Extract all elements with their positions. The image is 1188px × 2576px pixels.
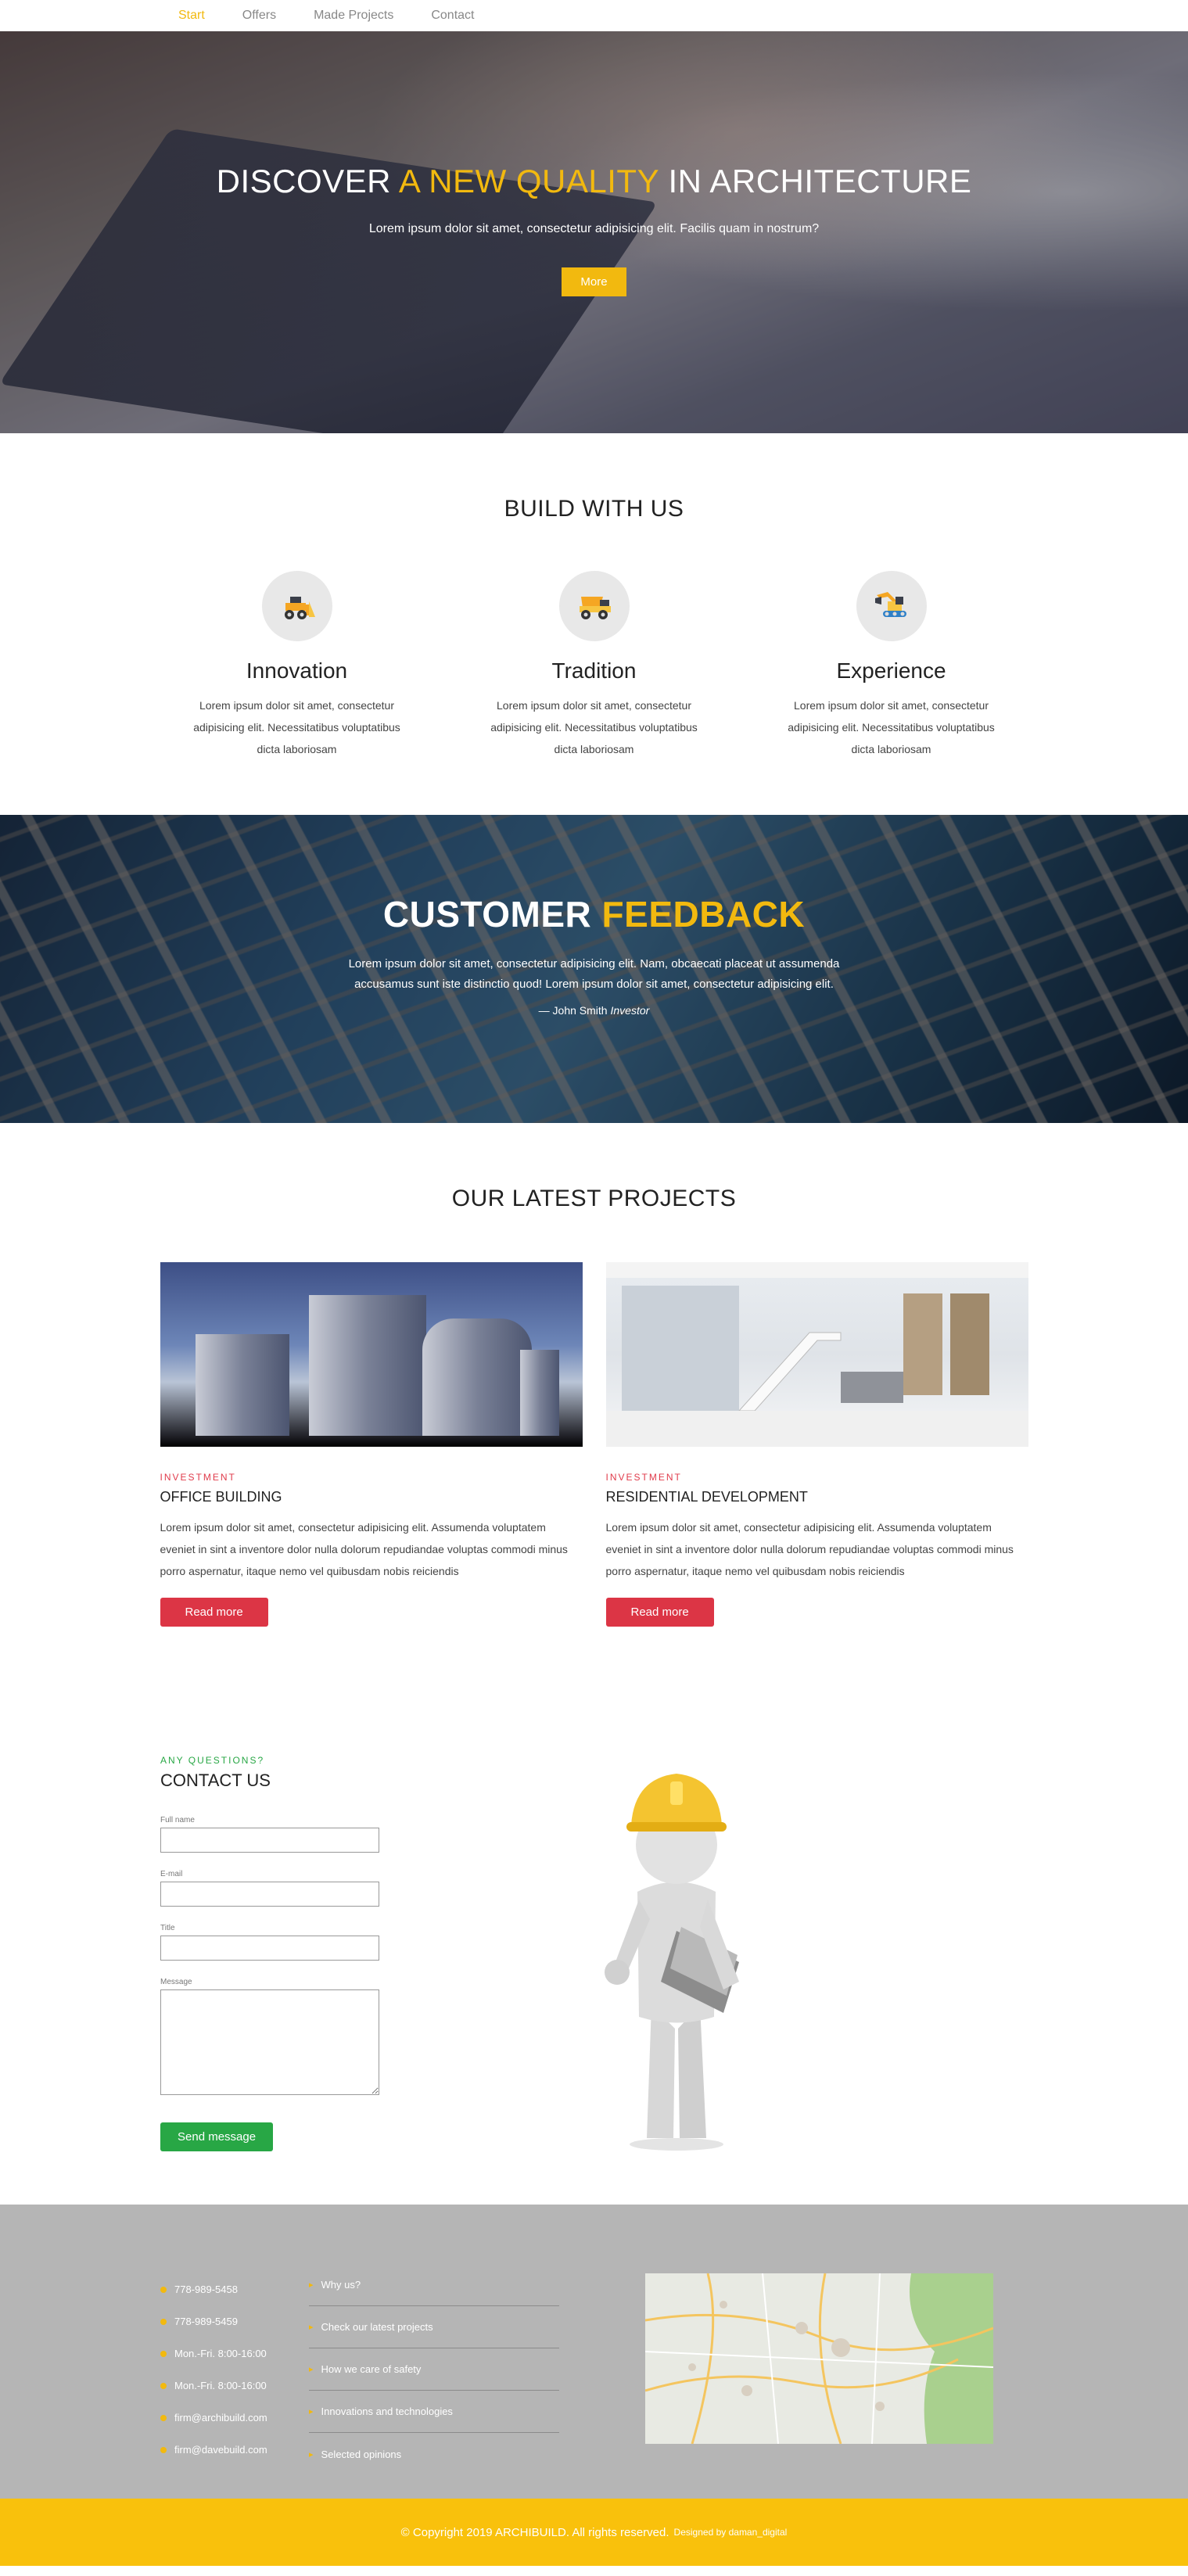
project-title: RESIDENTIAL DEVELOPMENT: [605, 1489, 808, 1505]
copyright-bar: © Copyright 2019 ARCHIBUILD. All rights …: [0, 2499, 1188, 2566]
feature-text: Lorem ipsum dolor sit amet, consectetur …: [193, 699, 400, 755]
footer-link[interactable]: ▸ Innovations and technologies: [309, 2391, 559, 2433]
contact-form: ANY QUESTIONS? CONTACT US Full name E-ma…: [160, 1755, 395, 2158]
project-card: INVESTMENT RESIDENTIAL DEVELOPMENT Lorem…: [605, 1262, 1028, 1627]
footer-contact-item: Mon.-Fri. 8:00-16:00: [160, 2337, 309, 2370]
footer: 778-989-5458 778-989-5459 Mon.-Fri. 8:00…: [0, 2205, 1188, 2499]
project-text: Lorem ipsum dolor sit amet, consectetur …: [160, 1521, 568, 1577]
chevron-right-icon: ▸: [309, 2365, 314, 2374]
read-more-button[interactable]: Read more: [605, 1598, 714, 1627]
message-textarea[interactable]: [160, 1989, 379, 2095]
dump-truck-icon: [579, 597, 611, 619]
full-name-input[interactable]: [160, 1828, 379, 1853]
chevron-right-icon: ▸: [309, 2449, 314, 2459]
projects-section: OUR LATEST PROJECTS INVESTMENT OFFICE BU…: [0, 1123, 1188, 1627]
build-title: BUILD WITH US: [504, 496, 684, 522]
footer-contact-item: 778-989-5458: [160, 2273, 309, 2305]
email-input[interactable]: [160, 1882, 379, 1907]
footer-link[interactable]: ▸ How we care of safety: [309, 2348, 559, 2391]
location-map[interactable]: [645, 2273, 993, 2444]
chevron-right-icon: ▸: [309, 2323, 314, 2332]
feature-text: Lorem ipsum dolor sit amet, consectetur …: [490, 699, 698, 755]
feature-title: Innovation: [246, 658, 348, 683]
office-building-image: [160, 1262, 583, 1447]
project-tag: INVESTMENT: [160, 1472, 236, 1483]
project-tag: INVESTMENT: [605, 1472, 682, 1483]
message-label: Message: [160, 1978, 192, 1986]
chevron-right-icon: ▸: [309, 2407, 314, 2416]
feedback-cite: — John Smith Investor: [538, 1004, 650, 1017]
bullet-icon: [160, 2318, 167, 2325]
feedback-quote: Lorem ipsum dolor sit amet, consectetur …: [348, 957, 840, 991]
feature-innovation: Innovation Lorem ipsum dolor sit amet, c…: [149, 571, 446, 760]
footer-contact-item: firm@archibuild.com: [160, 2402, 309, 2434]
bullet-icon: [160, 2446, 167, 2453]
contact-title: CONTACT US: [160, 1771, 271, 1790]
chevron-right-icon: ▸: [309, 2280, 314, 2290]
contact-kicker: ANY QUESTIONS?: [160, 1755, 265, 1766]
project-title: OFFICE BUILDING: [160, 1489, 282, 1505]
top-nav: Start Offers Made Projects Contact: [0, 0, 1188, 31]
projects-title: OUR LATEST PROJECTS: [451, 1186, 737, 1211]
full-name-label: Full name: [160, 1816, 195, 1824]
footer-contact-item: firm@davebuild.com: [160, 2434, 309, 2466]
feedback-section: CUSTOMER FEEDBACK Lorem ipsum dolor sit …: [0, 815, 1188, 1123]
feature-experience: Experience Lorem ipsum dolor sit amet, c…: [743, 571, 1040, 760]
bullet-icon: [160, 2286, 167, 2293]
project-card: INVESTMENT OFFICE BUILDING Lorem ipsum d…: [160, 1262, 583, 1627]
hero-title: DISCOVER A NEW QUALITY IN ARCHITECTURE: [216, 163, 972, 199]
bullet-icon: [160, 2414, 167, 2421]
email-label: E-mail: [160, 1870, 183, 1878]
designed-by-link[interactable]: Designed by daman_digital: [674, 2527, 788, 2538]
more-button[interactable]: More: [562, 267, 626, 296]
copyright-text: © Copyright 2019 ARCHIBUILD. All rights …: [400, 2525, 669, 2539]
contact-section: ANY QUESTIONS? CONTACT US Full name E-ma…: [0, 1627, 1188, 2205]
bulldozer-icon: [284, 597, 315, 619]
nav-offers[interactable]: Offers: [242, 9, 276, 23]
feature-tradition: Tradition Lorem ipsum dolor sit amet, co…: [446, 571, 743, 760]
footer-link[interactable]: ▸ Why us?: [309, 2264, 559, 2306]
construction-worker-figure: [583, 1747, 770, 2158]
feedback-title: CUSTOMER FEEDBACK: [382, 894, 806, 935]
residential-interior-image: [605, 1262, 1028, 1447]
footer-contact-item: 778-989-5459: [160, 2305, 309, 2337]
hero-banner: DISCOVER A NEW QUALITY IN ARCHITECTURE L…: [0, 31, 1188, 433]
build-section: BUILD WITH US Innovation Lorem ipsum dol…: [0, 433, 1188, 815]
feature-title: Experience: [836, 658, 946, 683]
footer-contacts: 778-989-5458 778-989-5459 Mon.-Fri. 8:00…: [160, 2273, 309, 2499]
footer-contact-item: Mon.-Fri. 8:00-16:00: [160, 2370, 309, 2402]
title-input[interactable]: [160, 1936, 379, 1961]
feature-text: Lorem ipsum dolor sit amet, consectetur …: [788, 699, 995, 755]
title-label: Title: [160, 1924, 175, 1932]
nav-contact[interactable]: Contact: [431, 9, 474, 23]
nav-start[interactable]: Start: [178, 9, 205, 23]
bullet-icon: [160, 2382, 167, 2389]
hero-subtitle: Lorem ipsum dolor sit amet, consectetur …: [368, 222, 820, 235]
feature-title: Tradition: [551, 658, 637, 683]
project-text: Lorem ipsum dolor sit amet, consectetur …: [605, 1521, 1014, 1577]
footer-link[interactable]: ▸ Selected opinions: [309, 2433, 559, 2475]
read-more-button[interactable]: Read more: [160, 1598, 268, 1627]
footer-links: ▸ Why us? ▸ Check our latest projects ▸ How…: [309, 2264, 559, 2499]
excavator-icon: [874, 592, 906, 617]
footer-link[interactable]: ▸ Check our latest projects: [309, 2306, 559, 2348]
send-message-button[interactable]: Send message: [160, 2122, 274, 2151]
bullet-icon: [160, 2350, 167, 2357]
nav-made-projects[interactable]: Made Projects: [314, 9, 393, 23]
